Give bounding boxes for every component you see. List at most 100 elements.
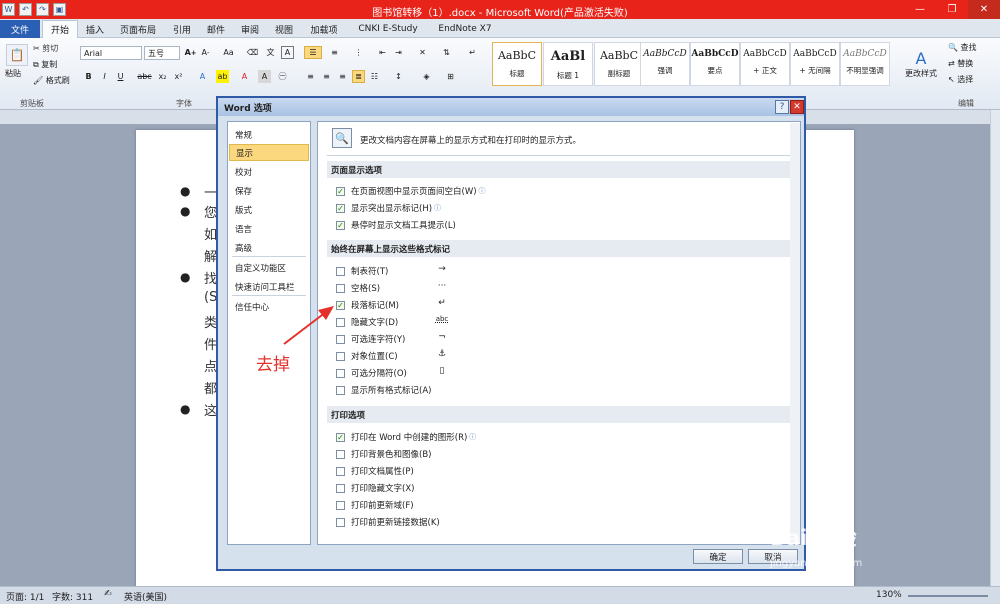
- copy-button[interactable]: ⧉ 复制: [33, 59, 57, 70]
- option-print-background[interactable]: 打印背景色和图像(B): [336, 447, 431, 461]
- option-spaces[interactable]: 空格(S): [336, 281, 380, 295]
- increase-indent-icon[interactable]: ⇥: [392, 46, 405, 59]
- zoom-slider[interactable]: [908, 595, 988, 597]
- change-case-icon[interactable]: Aa: [222, 46, 235, 59]
- option-print-hidden[interactable]: 打印隐藏文字(X): [336, 481, 414, 495]
- option-print-drawings[interactable]: ✓ 打印在 Word 中创建的图形(R) ⓘ: [336, 430, 476, 444]
- phonetic-icon[interactable]: 文: [264, 46, 277, 59]
- style-key-point[interactable]: AaBbCcD 要点: [690, 42, 740, 86]
- tab-page-layout[interactable]: 页面布局: [112, 20, 164, 38]
- checkbox[interactable]: [336, 334, 345, 344]
- option-hidden-text[interactable]: 隐藏文字(D): [336, 315, 398, 329]
- close-icon[interactable]: ✕: [790, 100, 804, 114]
- font-size-select[interactable]: 五号: [144, 46, 180, 60]
- checkbox[interactable]: [336, 500, 345, 510]
- cut-button[interactable]: ✂ 剪切: [33, 43, 58, 54]
- nav-language[interactable]: 语言: [229, 220, 309, 237]
- tab-file[interactable]: 文件: [0, 20, 40, 38]
- tab-home[interactable]: 开始: [42, 20, 78, 38]
- minimize-icon[interactable]: —: [904, 0, 936, 19]
- style-subtle-emphasis[interactable]: AaBbCcD 不明显强调: [840, 42, 890, 86]
- font-color-icon[interactable]: A: [238, 70, 251, 83]
- distributed-icon[interactable]: ☷: [368, 70, 381, 83]
- char-shading-icon[interactable]: A: [258, 70, 271, 83]
- option-paragraph-marks[interactable]: ✓ 段落标记(M): [336, 298, 399, 312]
- enclosed-char-icon[interactable]: ㊀: [276, 70, 289, 83]
- paste-button[interactable]: 粘贴: [5, 68, 21, 79]
- tab-insert[interactable]: 插入: [80, 20, 110, 38]
- option-optional-hyphens[interactable]: 可选连字符(Y): [336, 332, 405, 346]
- checkbox[interactable]: [336, 266, 345, 276]
- tab-references[interactable]: 引用: [166, 20, 198, 38]
- tab-cnki[interactable]: CNKI E-Study: [348, 20, 428, 38]
- checkbox[interactable]: [336, 283, 345, 293]
- option-show-highlight[interactable]: ✓ 显示突出显示标记(H) ⓘ: [336, 201, 441, 215]
- checkbox[interactable]: ✓: [336, 300, 345, 310]
- checkbox[interactable]: [336, 317, 345, 327]
- checkbox[interactable]: [336, 449, 345, 459]
- nav-typography[interactable]: 版式: [229, 201, 309, 218]
- style-subtitle[interactable]: AaBbC 副标题: [594, 42, 644, 86]
- help-icon[interactable]: ?: [775, 100, 789, 114]
- multilevel-list-icon[interactable]: ⋮: [352, 46, 365, 59]
- checkbox[interactable]: [336, 351, 345, 361]
- find-button[interactable]: 🔍 查找: [948, 42, 977, 53]
- show-marks-icon[interactable]: ↵: [466, 46, 479, 59]
- style-emphasis[interactable]: AaBbCcD 强调: [640, 42, 690, 86]
- align-left-icon[interactable]: ≡: [304, 70, 317, 83]
- decrease-indent-icon[interactable]: ⇤: [376, 46, 389, 59]
- zoom-level[interactable]: 130%: [876, 590, 902, 600]
- nav-save[interactable]: 保存: [229, 182, 309, 199]
- tab-review[interactable]: 审阅: [234, 20, 266, 38]
- language-status[interactable]: 英语(美国): [124, 590, 167, 603]
- bold-icon[interactable]: B: [82, 70, 95, 83]
- option-update-links[interactable]: 打印前更新链接数据(K): [336, 515, 440, 529]
- option-optional-breaks[interactable]: 可选分隔符(O): [336, 366, 407, 380]
- nav-display[interactable]: 显示: [229, 144, 309, 161]
- option-tab-chars[interactable]: 制表符(T): [336, 264, 388, 278]
- proofing-icon[interactable]: ✍: [104, 589, 112, 599]
- italic-icon[interactable]: I: [98, 70, 111, 83]
- checkbox[interactable]: ✓: [336, 186, 345, 196]
- highlight-icon[interactable]: ab: [216, 70, 229, 83]
- justify-icon[interactable]: ≣: [352, 70, 365, 83]
- text-effects-icon[interactable]: A: [196, 70, 209, 83]
- char-border-icon[interactable]: A: [281, 46, 294, 59]
- checkbox[interactable]: [336, 368, 345, 378]
- font-name-select[interactable]: Arial: [80, 46, 142, 60]
- nav-customize-ribbon[interactable]: 自定义功能区: [229, 259, 309, 276]
- numbering-icon[interactable]: ≡: [328, 46, 341, 59]
- line-spacing-icon[interactable]: ↕: [392, 70, 405, 83]
- nav-quick-access[interactable]: 快速访问工具栏: [229, 278, 309, 295]
- checkbox[interactable]: [336, 517, 345, 527]
- word-count[interactable]: 字数: 311: [52, 590, 93, 603]
- superscript-icon[interactable]: x²: [172, 70, 185, 83]
- shrink-font-icon[interactable]: A-: [199, 46, 212, 59]
- option-show-whitespace[interactable]: ✓ 在页面视图中显示页面间空白(W) ⓘ: [336, 184, 486, 198]
- nav-trust-center[interactable]: 信任中心: [229, 298, 309, 315]
- style-no-spacing[interactable]: AaBbCcD + 无间隔: [790, 42, 840, 86]
- tab-endnote[interactable]: EndNote X7: [430, 20, 500, 38]
- strikethrough-icon[interactable]: abc: [137, 70, 151, 83]
- nav-general[interactable]: 常规: [229, 126, 309, 143]
- select-button[interactable]: ↖ 选择: [948, 74, 973, 85]
- restore-icon[interactable]: ❐: [936, 0, 968, 19]
- style-normal[interactable]: AaBbCcD + 正文: [740, 42, 790, 86]
- checkbox[interactable]: [336, 466, 345, 476]
- chinese-layout-icon[interactable]: ✕: [416, 46, 429, 59]
- checkbox[interactable]: ✓: [336, 203, 345, 213]
- tab-mailings[interactable]: 邮件: [200, 20, 232, 38]
- option-show-tooltips[interactable]: ✓ 悬停时显示文档工具提示(L): [336, 218, 456, 232]
- clear-format-icon[interactable]: ⌫: [246, 46, 259, 59]
- format-painter-button[interactable]: 🖌 格式刷: [33, 75, 70, 86]
- checkbox[interactable]: [336, 385, 345, 395]
- option-print-properties[interactable]: 打印文档属性(P): [336, 464, 414, 478]
- checkbox[interactable]: ✓: [336, 432, 345, 442]
- nav-proofing[interactable]: 校对: [229, 163, 309, 180]
- option-update-fields[interactable]: 打印前更新域(F): [336, 498, 414, 512]
- vertical-scrollbar[interactable]: [990, 110, 1000, 586]
- borders-icon[interactable]: ⊞: [444, 70, 457, 83]
- checkbox[interactable]: [336, 483, 345, 493]
- replace-button[interactable]: ⇄ 替换: [948, 58, 973, 69]
- checkbox[interactable]: ✓: [336, 220, 345, 230]
